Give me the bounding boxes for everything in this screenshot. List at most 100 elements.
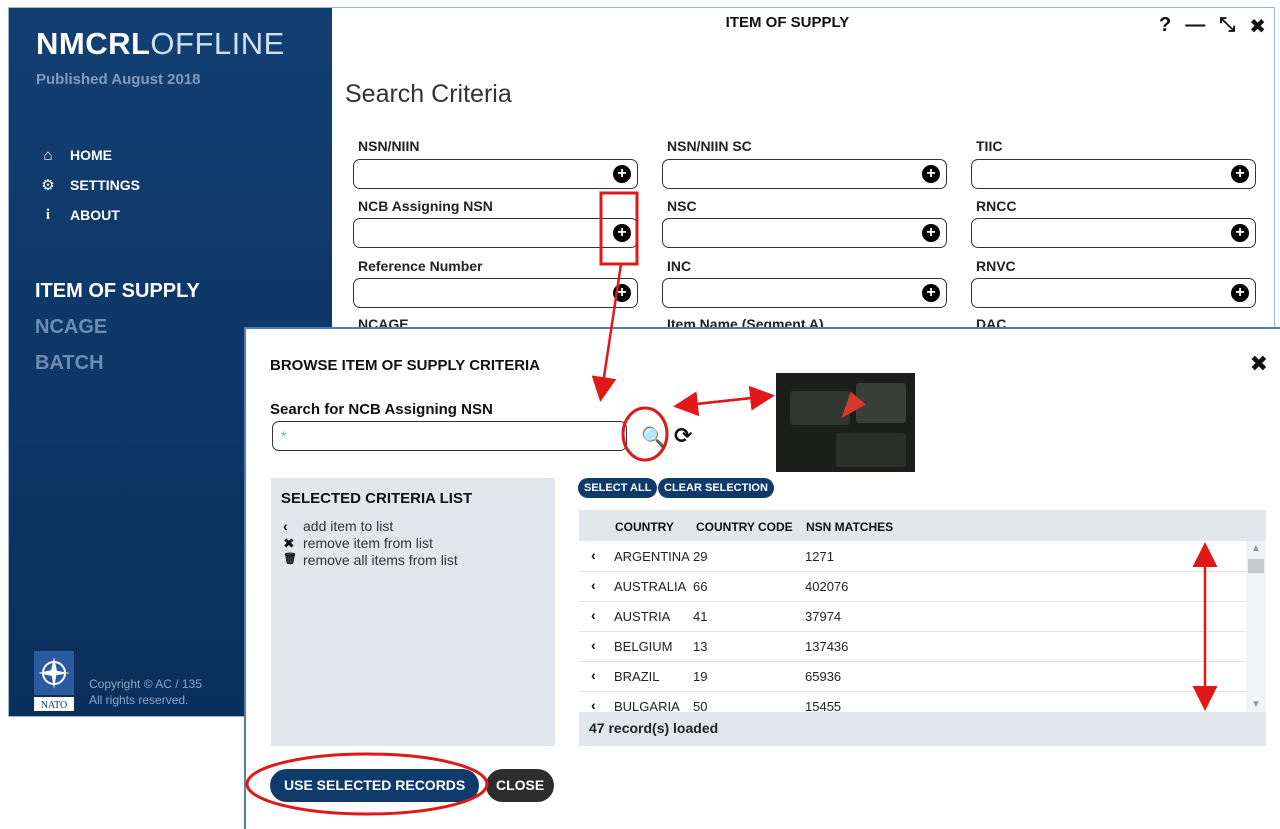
cell-country: AUSTRALIA (614, 579, 687, 594)
sidebar-item-about[interactable]: i ABOUT (39, 200, 140, 230)
rncc-field[interactable]: + (971, 218, 1256, 248)
table-scrollbar[interactable]: ▲ ▼ (1246, 541, 1266, 712)
cell-country: BULGARIA (614, 699, 680, 712)
column-header[interactable]: NSN MATCHES (806, 520, 893, 534)
column-header[interactable]: COUNTRY (615, 520, 674, 534)
close-icon[interactable]: ✖ (1249, 14, 1266, 39)
table-row[interactable]: ‹ AUSTRIA 41 37974 (579, 601, 1246, 632)
field-label-nsn-niin-sc: NSN/NIIN SC (667, 138, 752, 154)
window-controls: ? — ⤡ ✖ (1159, 14, 1266, 39)
section-batch[interactable]: BATCH (35, 352, 104, 375)
scroll-up-icon[interactable]: ▲ (1251, 543, 1261, 554)
search-icon[interactable]: 🔍 (641, 425, 666, 450)
close-button[interactable]: CLOSE (486, 769, 555, 802)
rnvc-field[interactable]: + (971, 278, 1256, 308)
field-label-ncb-assigning-nsn: NCB Assigning NSN (358, 198, 493, 214)
use-selected-records-button[interactable]: USE SELECTED RECORDS (270, 769, 480, 802)
clear-selection-button[interactable]: CLEAR SELECTION (658, 478, 774, 498)
inc-field[interactable]: + (662, 278, 947, 308)
keyboard-enter-image (776, 373, 915, 472)
search-label: Search for NCB Assigning NSN (270, 401, 493, 418)
sidebar-item-label: HOME (70, 147, 112, 163)
search-input[interactable] (272, 421, 627, 451)
add-to-list-icon[interactable]: ‹ (591, 697, 596, 712)
add-icon[interactable]: + (613, 165, 631, 183)
add-icon[interactable]: + (1231, 284, 1249, 302)
field-label-reference-number: Reference Number (358, 258, 483, 274)
add-icon[interactable]: + (613, 284, 631, 302)
legend-item: 🗑 remove all items from list (283, 552, 458, 568)
add-icon[interactable]: + (922, 284, 940, 302)
reference-number-field[interactable]: + (353, 278, 638, 308)
section-item-of-supply[interactable]: ITEM OF SUPPLY (35, 280, 200, 303)
key-shape (836, 433, 906, 467)
table-row[interactable]: ‹ ARGENTINA 29 1271 (579, 541, 1246, 572)
add-to-list-icon[interactable]: ‹ (591, 667, 596, 683)
scroll-thumb[interactable] (1248, 559, 1264, 573)
dialog-title: BROWSE ITEM OF SUPPLY CRITERIA (270, 357, 541, 374)
cell-country: ARGENTINA (614, 549, 690, 564)
window-title: ITEM OF SUPPLY (725, 14, 850, 31)
published-date: Published August 2018 (36, 71, 201, 88)
add-to-list-icon[interactable]: ‹ (591, 547, 596, 563)
nato-label: NATO (41, 700, 67, 711)
selected-criteria-title: SELECTED CRITERIA LIST (281, 490, 473, 507)
table-header: COUNTRY COUNTRY CODE NSN MATCHES (579, 510, 1266, 540)
nsn-niin-sc-field[interactable]: + (662, 159, 947, 189)
column-header[interactable]: COUNTRY CODE (696, 520, 793, 534)
add-to-list-icon[interactable]: ‹ (591, 637, 596, 653)
browse-dialog: BROWSE ITEM OF SUPPLY CRITERIA ✖ Search … (244, 327, 1280, 829)
add-icon[interactable]: + (613, 224, 631, 242)
field-label-tiic: TIIC (976, 138, 1003, 154)
cell-country: BRAZIL (614, 669, 660, 684)
section-ncage[interactable]: NCAGE (35, 316, 107, 339)
add-icon[interactable]: + (922, 224, 940, 242)
add-to-list-icon[interactable]: ‹ (591, 577, 596, 593)
table-row[interactable]: ‹ BELGIUM 13 137436 (579, 631, 1246, 662)
copyright-line: All rights reserved. (89, 693, 189, 707)
legend-text: add item to list (303, 518, 394, 534)
cell-code: 41 (693, 609, 708, 624)
ncb-assigning-nsn-field[interactable]: + (353, 218, 638, 248)
minimize-icon[interactable]: — (1185, 14, 1205, 39)
add-icon[interactable]: + (1231, 165, 1249, 183)
cell-code: 13 (693, 639, 708, 654)
records-loaded: 47 record(s) loaded (589, 720, 719, 736)
page-title: Search Criteria (345, 80, 512, 108)
table-body: ‹ ARGENTINA 29 1271 ‹ AUSTRALIA 66 40207… (579, 541, 1246, 712)
cell-matches: 15455 (805, 699, 842, 712)
close-icon[interactable]: ✖ (1250, 351, 1268, 377)
cell-matches: 65936 (805, 669, 842, 684)
select-all-button[interactable]: SELECT ALL (578, 478, 658, 498)
sidebar-item-home[interactable]: ⌂ HOME (39, 140, 140, 170)
sidebar-item-settings[interactable]: ⚙ SETTINGS (39, 170, 140, 200)
table-row[interactable]: ‹ BULGARIA 50 15455 (579, 691, 1246, 712)
cell-country: BELGIUM (614, 639, 673, 654)
help-icon[interactable]: ? (1159, 14, 1171, 39)
nsn-niin-field[interactable]: + (353, 159, 638, 189)
results-table: COUNTRY COUNTRY CODE NSN MATCHES ‹ ARGEN… (579, 510, 1266, 746)
restore-icon[interactable]: ⤡ (1219, 14, 1235, 39)
table-row[interactable]: ‹ AUSTRALIA 66 402076 (579, 571, 1246, 602)
legend-text: remove item from list (303, 535, 433, 551)
add-icon[interactable]: + (1231, 224, 1249, 242)
refresh-icon[interactable]: ⟳ (674, 423, 692, 449)
cell-code: 19 (693, 669, 708, 684)
remove-icon: ✖ (283, 535, 295, 551)
cell-code: 66 (693, 579, 708, 594)
home-icon: ⌂ (43, 146, 53, 164)
cell-matches: 137436 (805, 639, 849, 654)
trash-icon: 🗑 (283, 553, 297, 565)
field-label-rnvc: RNVC (976, 258, 1016, 274)
sidebar-item-label: SETTINGS (70, 177, 141, 193)
add-icon[interactable]: + (922, 165, 940, 183)
cell-matches: 37974 (805, 609, 842, 624)
copyright: Copyright © AC / 135 All rights reserved… (89, 676, 202, 708)
table-row[interactable]: ‹ BRAZIL 19 65936 (579, 661, 1246, 692)
tiic-field[interactable]: + (971, 159, 1256, 189)
legend-item: ✖ remove item from list (283, 535, 433, 552)
add-to-list-icon[interactable]: ‹ (591, 607, 596, 623)
cell-code: 50 (693, 699, 708, 712)
scroll-down-icon[interactable]: ▼ (1251, 699, 1261, 710)
nsc-field[interactable]: + (662, 218, 947, 248)
